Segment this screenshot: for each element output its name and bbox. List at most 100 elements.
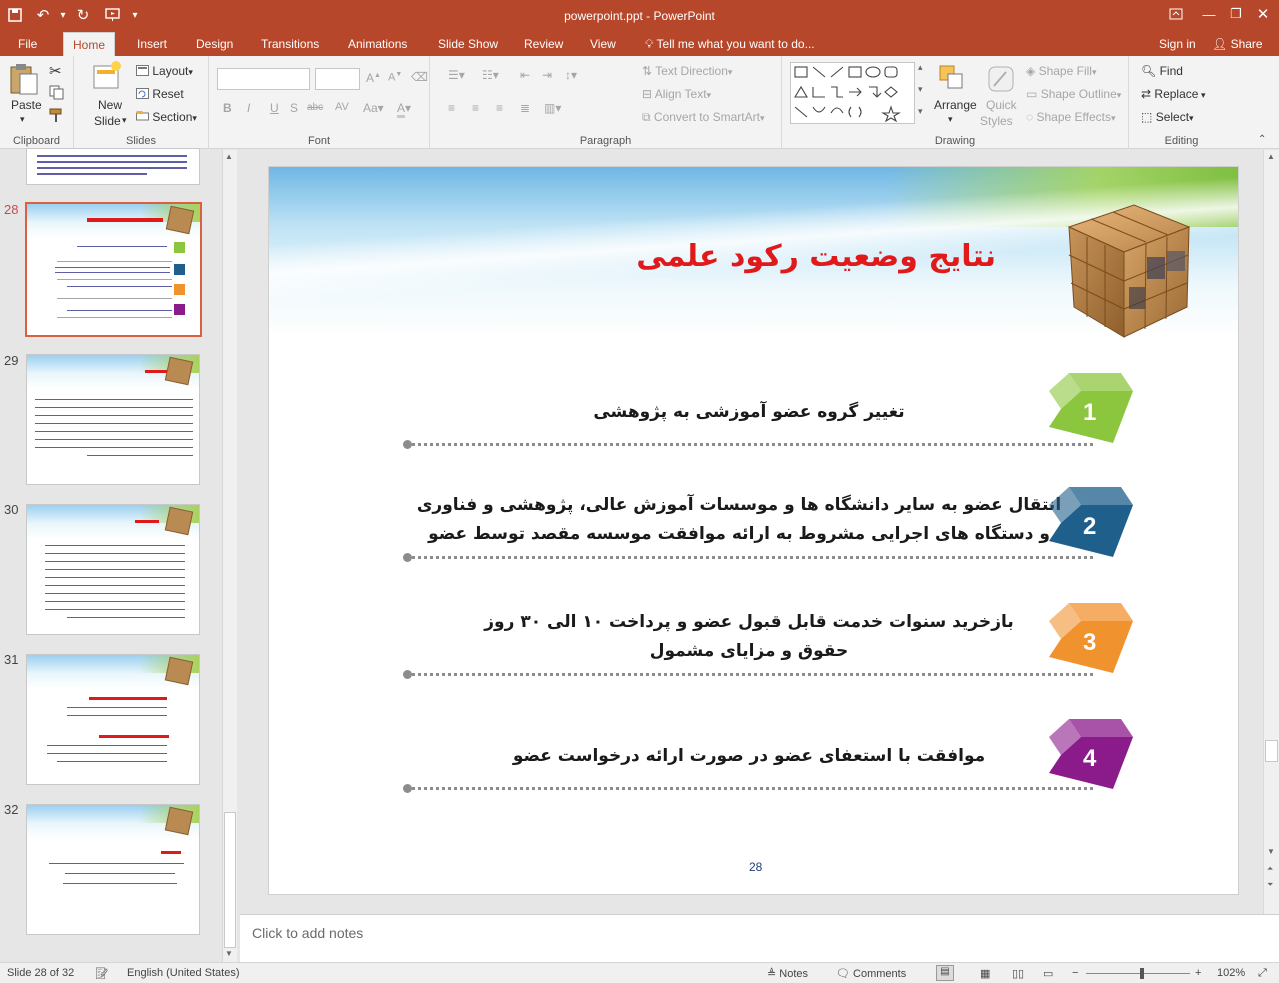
sign-in-link[interactable]: Sign in <box>1159 32 1196 56</box>
shapes-more-icon[interactable]: ▾ <box>918 106 923 117</box>
tab-view[interactable]: View <box>581 32 625 56</box>
previous-slide-icon[interactable]: ⏶ <box>1267 864 1273 874</box>
font-color-icon[interactable]: A▾ <box>397 101 411 118</box>
tab-slide-show[interactable]: Slide Show <box>429 32 507 56</box>
zoom-out-icon[interactable]: − <box>1072 967 1078 979</box>
tab-animations[interactable]: Animations <box>339 32 416 56</box>
quick-styles-label-1[interactable]: Quick <box>986 98 1017 112</box>
comments-button[interactable]: 🗨︎ Comments <box>836 967 906 980</box>
convert-smartart-button[interactable]: ⧉ Convert to SmartArt▾ <box>642 110 764 125</box>
bullets-icon[interactable]: ☰▾ <box>448 68 465 82</box>
scroll-down-icon[interactable]: ▼ <box>225 949 233 958</box>
thumbnails-scrollbar[interactable]: ▲ ▼ <box>222 150 237 962</box>
columns-icon[interactable]: ▥▾ <box>544 101 561 115</box>
slide-show-icon[interactable]: ▭ <box>1043 967 1053 980</box>
select-button[interactable]: ⬚ Select▾ <box>1141 110 1194 124</box>
slide-thumbnails-panel[interactable]: 28 29 30 31 32 <box>0 148 222 962</box>
align-text-button[interactable]: ⊟ Align Text▾ <box>642 87 711 101</box>
slide-item-4-text[interactable]: موافقت با استعفای عضو در صورت ارائه درخو… <box>489 742 1009 771</box>
line-spacing-icon[interactable]: ↕▾ <box>565 68 577 82</box>
reading-view-icon[interactable]: ▯▯ <box>1012 967 1024 980</box>
thumbnail-slide-29[interactable] <box>26 354 200 485</box>
underline-icon[interactable]: U <box>270 101 279 115</box>
reset-button[interactable]: Reset <box>136 87 184 102</box>
current-slide[interactable]: نتایج وضعیت رکود علمی تغییر گروه عضو آمو… <box>268 166 1239 895</box>
scroll-up-icon[interactable]: ▲ <box>1267 152 1275 161</box>
new-slide-label-1[interactable]: New <box>98 98 122 112</box>
tell-me-search[interactable]: 💡︎ Tell me what you want to do... <box>645 32 815 56</box>
quick-styles-label-2[interactable]: Styles <box>980 114 1013 128</box>
close-icon[interactable]: ✕ <box>1246 2 1279 26</box>
tab-review[interactable]: Review <box>515 32 572 56</box>
shadow-icon[interactable]: S <box>290 101 298 115</box>
decrease-font-size-icon[interactable]: A▼ <box>388 71 402 84</box>
format-painter-icon[interactable] <box>49 108 64 126</box>
increase-indent-icon[interactable]: ⇥ <box>542 68 552 82</box>
slide-item-1-text[interactable]: تغییر گروه عضو آموزشی به پژوهشی <box>549 398 949 427</box>
bold-icon[interactable]: B <box>223 101 232 115</box>
strikethrough-icon[interactable]: abc <box>307 102 323 113</box>
scroll-down-icon[interactable]: ▼ <box>1267 847 1275 856</box>
cut-icon[interactable]: ✂ <box>49 62 62 80</box>
thumbnail-slide-32[interactable] <box>26 804 200 935</box>
spell-check-icon[interactable]: 📝︎ <box>95 967 109 980</box>
slide-item-3-text[interactable]: بازخرید سنوات خدمت قابل قبول عضو و پرداخ… <box>469 608 1029 666</box>
align-center-icon[interactable]: ≡ <box>472 101 479 115</box>
slide-vertical-scrollbar[interactable]: ▲ ▼ ⏶ ⏷ <box>1263 150 1279 914</box>
thumbnails-scroll-thumb[interactable] <box>224 812 236 948</box>
italic-icon[interactable]: I <box>247 101 250 115</box>
font-size-combobox[interactable] <box>315 68 360 90</box>
zoom-level[interactable]: 102% <box>1217 967 1245 979</box>
new-slide-dropdown-icon[interactable]: ▾ <box>122 115 127 126</box>
slide-title[interactable]: نتایج وضعیت رکود علمی <box>636 239 996 274</box>
text-direction-button[interactable]: ⇅ Text Direction▾ <box>642 64 732 78</box>
zoom-slider-track[interactable] <box>1086 973 1190 974</box>
tab-design[interactable]: Design <box>187 32 242 56</box>
notes-placeholder[interactable]: Click to add notes <box>252 925 363 941</box>
decrease-indent-icon[interactable]: ⇤ <box>520 68 530 82</box>
share-button[interactable]: 👤︎ Share <box>1212 32 1263 56</box>
shapes-scroll-down-icon[interactable]: ▾ <box>918 84 923 95</box>
scroll-up-icon[interactable]: ▲ <box>225 152 233 161</box>
notes-pane[interactable]: Click to add notes <box>240 914 1279 962</box>
slide-item-2-text[interactable]: انتقال عضو به سایر دانشگاه ها و موسسات آ… <box>409 491 1069 549</box>
slide-sorter-icon[interactable]: ▦ <box>980 967 990 980</box>
find-button[interactable]: 🔍︎ Find <box>1141 64 1183 78</box>
arrange-label[interactable]: Arrange <box>934 98 977 112</box>
clear-formatting-icon[interactable]: ⌫ <box>411 70 428 84</box>
paste-dropdown-icon[interactable]: ▾ <box>20 114 25 125</box>
shape-fill-button[interactable]: ◈ Shape Fill▾ <box>1026 64 1096 78</box>
new-slide-icon[interactable] <box>92 60 122 97</box>
replace-button[interactable]: ⇄ Replace ▾ <box>1141 87 1205 101</box>
next-slide-icon[interactable]: ⏷ <box>1267 880 1273 890</box>
fit-to-window-icon[interactable]: ⤢ <box>1258 967 1267 980</box>
thumbnail-27-partial[interactable] <box>26 148 200 185</box>
zoom-slider-thumb[interactable] <box>1140 968 1144 979</box>
numbering-icon[interactable]: ☷▾ <box>482 68 499 82</box>
notes-button[interactable]: ≜ Notes <box>767 967 808 980</box>
layout-button[interactable]: Layout▾ <box>136 64 193 79</box>
align-left-icon[interactable]: ≡ <box>448 101 455 115</box>
shapes-scroll-up-icon[interactable]: ▴ <box>918 62 923 73</box>
slide-scroll-thumb[interactable] <box>1265 740 1278 762</box>
thumbnail-slide-31[interactable] <box>26 654 200 785</box>
quick-styles-icon[interactable] <box>986 64 1016 97</box>
shape-effects-button[interactable]: ◌ Shape Effects▾ <box>1026 110 1116 124</box>
tab-file[interactable]: File <box>9 32 46 56</box>
arrange-dropdown-icon[interactable]: ▾ <box>948 114 953 125</box>
align-right-icon[interactable]: ≡ <box>496 101 503 115</box>
justify-icon[interactable]: ≣ <box>520 101 530 115</box>
arrange-icon[interactable] <box>938 64 968 97</box>
new-slide-label-2[interactable]: Slide <box>94 114 121 128</box>
normal-view-icon[interactable]: ▤ <box>936 965 954 981</box>
language-indicator[interactable]: English (United States) <box>127 967 240 979</box>
thumbnail-slide-30[interactable] <box>26 504 200 635</box>
paste-icon[interactable] <box>8 62 40 99</box>
zoom-in-icon[interactable]: + <box>1195 967 1201 979</box>
tab-transitions[interactable]: Transitions <box>252 32 328 56</box>
increase-font-size-icon[interactable]: A▲ <box>366 71 381 85</box>
tab-home[interactable]: Home <box>63 32 116 56</box>
section-button[interactable]: Section▾ <box>136 110 197 125</box>
tab-insert[interactable]: Insert <box>128 32 176 56</box>
shapes-gallery[interactable] <box>790 62 915 124</box>
